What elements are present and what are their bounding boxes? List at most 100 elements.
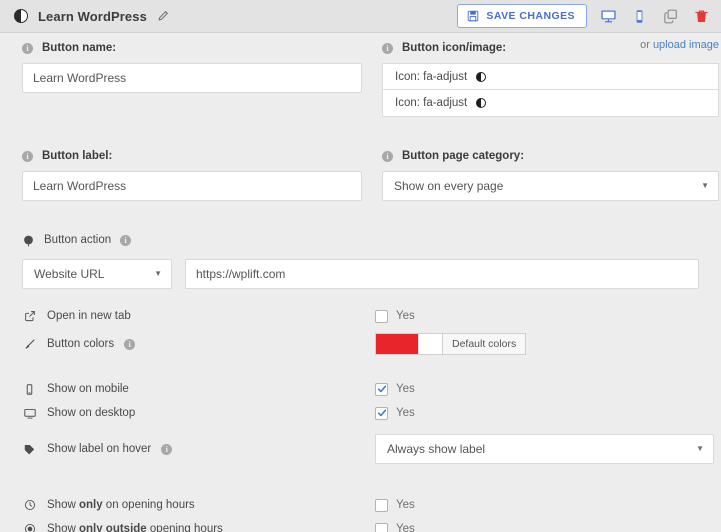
button-icon-label: Button icon/image: (402, 42, 507, 54)
clock-icon (22, 499, 37, 511)
open-new-tab-checkbox[interactable] (375, 309, 388, 323)
show-on-desktop-row: Show on desktop Yes (22, 401, 699, 425)
show-label-hover-label-wrap: Show label on hover i (22, 443, 375, 456)
show-only-opening-label-wrap: Show only on opening hours (22, 499, 375, 511)
button-colors-row: Button colors i Default colors (22, 329, 699, 359)
mobile-preview-icon[interactable] (629, 6, 649, 26)
button-action-url-value: https://wplift.com (196, 267, 286, 281)
info-icon[interactable]: i (161, 443, 173, 455)
button-colors-label-wrap: Button colors i (22, 338, 375, 351)
chevron-down-icon: ▼ (701, 181, 709, 190)
chevron-down-icon: ▼ (154, 269, 162, 278)
button-colors-control: Default colors (375, 333, 699, 355)
button-page-category-select[interactable]: Show on every page ▼ (382, 171, 719, 201)
icon-row-secondary-text: Icon: fa-adjust (395, 97, 468, 109)
save-changes-button[interactable]: SAVE CHANGES (457, 4, 587, 28)
floppy-disk-icon (467, 10, 479, 22)
button-icon-group: or upload image i Button icon/image: Ico… (382, 33, 719, 117)
show-only-outside-checkbox[interactable] (375, 522, 388, 532)
show-on-mobile-control: Yes (375, 382, 699, 396)
or-text: or (640, 39, 653, 51)
info-icon[interactable]: i (22, 150, 33, 162)
button-page-category-value: Show on every page (394, 179, 504, 193)
secondary-color-swatch[interactable] (418, 334, 442, 354)
upload-image-link[interactable]: upload image (653, 39, 719, 51)
button-action-controls: Website URL ▼ https://wplift.com (22, 259, 699, 289)
upload-image-line: or upload image (640, 39, 719, 51)
adjust-icon (14, 9, 28, 23)
settings-form: i Button name: Learn WordPress or upload… (0, 33, 721, 532)
show-label-hover-label: Show label on hover (47, 443, 152, 455)
show-only-outside-label: Show only outside opening hours (47, 523, 223, 532)
open-new-tab-label: Open in new tab (47, 310, 131, 322)
button-label-input[interactable]: Learn WordPress (22, 171, 362, 201)
brush-icon (22, 338, 37, 351)
show-only-opening-control: Yes (375, 498, 699, 512)
show-on-mobile-label-wrap: Show on mobile (22, 383, 375, 396)
show-only-outside-control: Yes (375, 522, 699, 532)
icon-row-primary[interactable]: Icon: fa-adjust (382, 63, 719, 90)
button-name-label: Button name: (42, 42, 117, 54)
button-name-label-wrap: i Button name: (22, 33, 362, 63)
page-title: Learn WordPress (38, 8, 147, 24)
save-changes-label: SAVE CHANGES (486, 10, 575, 22)
info-icon[interactable]: i (124, 338, 136, 350)
label-post: opening hours (146, 523, 223, 532)
show-label-hover-select[interactable]: Always show label ▼ (375, 434, 714, 464)
header-actions: SAVE CHANGES (457, 4, 711, 28)
info-icon[interactable]: i (382, 42, 393, 54)
show-on-mobile-checkbox-label: Yes (396, 383, 415, 395)
show-on-mobile-checkbox[interactable] (375, 382, 388, 396)
show-on-desktop-checkbox[interactable] (375, 406, 388, 420)
desktop-preview-icon[interactable] (598, 6, 618, 26)
app-header: Learn WordPress SAVE CHANGES (0, 0, 721, 33)
button-action-group: Button action i Website URL ▼ https://wp… (22, 225, 699, 289)
desktop-icon (22, 407, 37, 420)
button-page-category-label: Button page category: (402, 150, 525, 162)
show-only-outside-checkbox-label: Yes (396, 523, 415, 532)
header-identity: Learn WordPress (14, 9, 169, 24)
color-swatches[interactable] (375, 333, 443, 355)
primary-color-swatch[interactable] (376, 334, 418, 354)
show-on-desktop-label-wrap: Show on desktop (22, 407, 375, 420)
show-only-opening-row: Show only on opening hours Yes (22, 493, 699, 517)
external-link-icon (22, 310, 37, 322)
button-name-value: Learn WordPress (33, 71, 127, 85)
button-colors-label: Button colors (47, 338, 115, 350)
icon-row-secondary[interactable]: Icon: fa-adjust (382, 90, 719, 117)
show-label-hover-row: Show label on hover i Always show label … (22, 433, 714, 465)
button-action-type-select[interactable]: Website URL ▼ (22, 259, 172, 289)
label-bold: only (78, 499, 103, 511)
default-colors-button[interactable]: Default colors (443, 333, 527, 355)
button-name-group: i Button name: Learn WordPress (22, 33, 362, 117)
row-label-and-category: i Button label: Learn WordPress i Button… (22, 141, 719, 201)
trash-icon[interactable] (691, 6, 711, 26)
show-only-outside-label-wrap: Show only outside opening hours (22, 523, 375, 532)
mobile-icon (22, 383, 37, 396)
show-only-opening-label: Show only on opening hours (47, 499, 195, 511)
button-page-category-label-wrap: i Button page category: (382, 141, 719, 171)
tag-icon (22, 443, 37, 456)
globe-icon (22, 234, 35, 247)
pencil-icon[interactable] (157, 10, 169, 22)
fa-adjust-icon (476, 71, 487, 82)
show-only-opening-checkbox-label: Yes (396, 499, 415, 511)
show-label-hover-control: Always show label ▼ (375, 434, 714, 464)
show-label-hover-value: Always show label (387, 442, 486, 456)
show-on-desktop-checkbox-label: Yes (396, 407, 415, 419)
duplicate-icon[interactable] (660, 6, 680, 26)
show-only-opening-checkbox[interactable] (375, 498, 388, 512)
info-icon[interactable]: i (382, 150, 393, 162)
info-icon[interactable]: i (22, 42, 33, 54)
info-icon[interactable]: i (120, 234, 132, 246)
button-name-input[interactable]: Learn WordPress (22, 63, 362, 93)
show-on-mobile-label: Show on mobile (47, 383, 129, 395)
button-action-url-input[interactable]: https://wplift.com (185, 259, 699, 289)
chevron-down-icon: ▼ (696, 444, 704, 453)
button-label-value: Learn WordPress (33, 179, 127, 193)
open-new-tab-control: Yes (375, 309, 699, 323)
button-label-label: Button label: (42, 150, 113, 162)
button-action-label: Button action (44, 234, 112, 246)
show-on-desktop-label: Show on desktop (47, 407, 136, 419)
clock-filled-icon (22, 523, 37, 532)
